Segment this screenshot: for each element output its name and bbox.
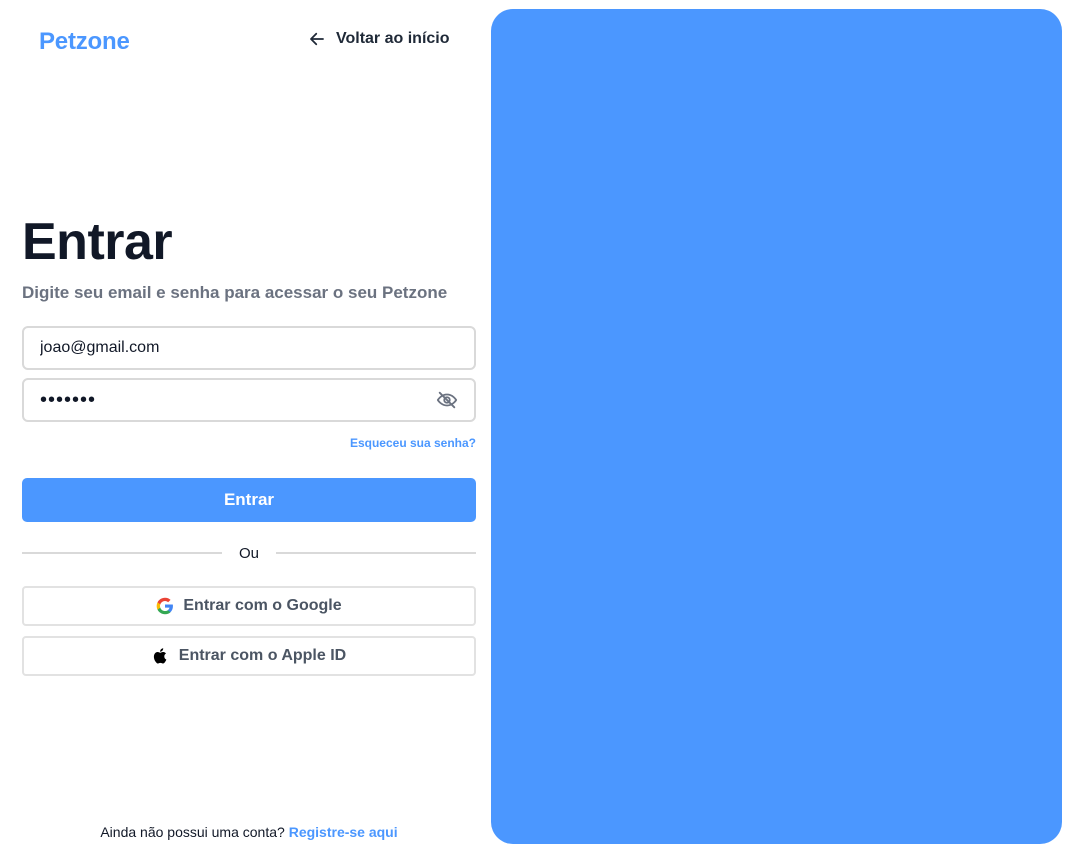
- apple-signin-button[interactable]: Entrar com o Apple ID: [22, 636, 476, 676]
- signup-prompt: Ainda não possui uma conta? Registre-se …: [0, 824, 498, 840]
- back-link-label: Voltar ao início: [336, 30, 450, 47]
- login-column: Petzone Voltar ao início Entrar Digite s…: [0, 0, 491, 856]
- signup-prompt-text: Ainda não possui uma conta?: [100, 824, 285, 840]
- email-field-wrapper: [22, 326, 476, 370]
- back-to-home-link[interactable]: Voltar ao início: [308, 30, 450, 48]
- password-input[interactable]: [40, 388, 436, 412]
- register-link[interactable]: Registre-se aqui: [289, 824, 398, 840]
- hero-panel: [491, 9, 1062, 844]
- google-signin-button[interactable]: Entrar com o Google: [22, 586, 476, 626]
- login-page: Petzone Voltar ao início Entrar Digite s…: [0, 0, 1069, 856]
- password-field-wrapper: [22, 378, 476, 422]
- brand-logo[interactable]: Petzone: [39, 28, 130, 56]
- apple-icon: [152, 647, 170, 665]
- divider-label: Ou: [239, 544, 260, 562]
- eye-off-icon[interactable]: [436, 389, 458, 411]
- arrow-left-icon: [308, 30, 326, 48]
- google-icon: [156, 597, 174, 615]
- page-title: Entrar: [22, 213, 173, 271]
- submit-login-button[interactable]: Entrar: [22, 478, 476, 522]
- divider-line-right: [276, 552, 477, 554]
- apple-button-label: Entrar com o Apple ID: [178, 647, 347, 664]
- email-input[interactable]: [40, 339, 458, 357]
- google-button-label: Entrar com o Google: [183, 597, 342, 614]
- forgot-password-link[interactable]: Esqueceu sua senha?: [276, 436, 476, 450]
- page-subtitle: Digite seu email e senha para acessar o …: [22, 283, 448, 302]
- or-divider: Ou: [22, 543, 477, 563]
- divider-line-left: [22, 552, 222, 554]
